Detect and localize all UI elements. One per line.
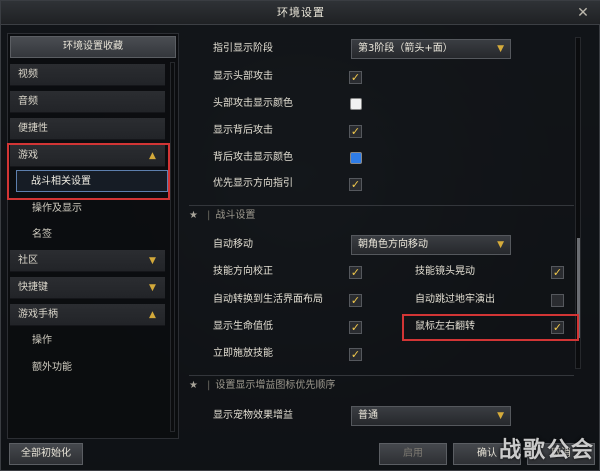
skill-camera-shake-label: 技能镜头晃动 — [415, 266, 475, 277]
sidebar-item-label: 游戏 — [18, 150, 38, 161]
skill-dir-correct-label: 技能方向校正 — [213, 266, 273, 277]
mouse-lr-flip-checkbox[interactable]: ✓ — [551, 321, 564, 334]
instant-cast-label: 立即施放技能 — [213, 348, 273, 359]
star-icon[interactable]: ★ — [189, 210, 198, 221]
close-icon[interactable]: ✕ — [575, 5, 591, 21]
sidebar-item-label: 额外功能 — [32, 362, 72, 373]
guide-stage-dropdown[interactable]: 第3阶段（箭头+面） ▼ — [351, 39, 511, 59]
auto-switch-layout-label: 自动转换到生活界面布局 — [213, 294, 323, 305]
settings-scrollbar[interactable] — [575, 37, 581, 369]
auto-skip-dungeon-label: 自动跳过地牢演出 — [415, 294, 495, 305]
chevron-down-icon: ▼ — [497, 411, 504, 421]
sidebar-item-community[interactable]: 社区 ▼ — [10, 250, 165, 272]
sidebar-item-label: 音频 — [18, 96, 38, 107]
section-title: 设置显示增益图标优先顺序 — [215, 380, 336, 391]
pet-effect-dropdown[interactable]: 普通 ▼ — [351, 406, 511, 426]
sidebar-item-label: 操作 — [32, 335, 52, 346]
apply-button[interactable]: 启用 — [379, 443, 447, 465]
chevron-down-icon: ▼ — [149, 283, 156, 293]
favorites-button[interactable]: 环境设置收藏 — [10, 36, 176, 58]
sidebar-item-hotkeys[interactable]: 快捷键 ▼ — [10, 277, 165, 299]
sidebar-scrollbar[interactable] — [170, 62, 175, 432]
sidebar-item-audio[interactable]: 音频 — [10, 91, 165, 113]
settings-panel: 指引显示阶段 第3阶段（箭头+面） ▼ 显示头部攻击 ✓ 头部攻击显示颜色 显示背… — [189, 33, 581, 439]
sidebar-item-combat-settings[interactable]: 战斗相关设置 — [16, 170, 168, 192]
sidebar-item-gamepad[interactable]: 游戏手柄 ▲ — [10, 304, 165, 326]
instant-cast-checkbox[interactable]: ✓ — [349, 348, 362, 361]
sidebar-item-convenience[interactable]: 便捷性 — [10, 118, 165, 140]
back-attack-color-swatch[interactable] — [350, 152, 362, 164]
chevron-down-icon: ▼ — [497, 240, 504, 250]
sidebar-item-label: 游戏手柄 — [18, 309, 58, 320]
sidebar-item-controls[interactable]: 操作 — [10, 330, 165, 352]
chevron-down-icon: ▼ — [497, 44, 504, 54]
auto-move-label: 自动移动 — [213, 239, 253, 250]
head-attack-color-swatch[interactable] — [350, 98, 362, 110]
show-low-hp-checkbox[interactable]: ✓ — [349, 321, 362, 334]
star-icon[interactable]: ★ — [189, 380, 198, 391]
sidebar-item-label: 快捷键 — [18, 282, 48, 293]
sidebar-item-label: 名签 — [32, 229, 52, 240]
show-back-attack-label: 显示背后攻击 — [213, 125, 273, 136]
dropdown-value: 第3阶段（箭头+面） — [358, 43, 453, 54]
show-back-attack-checkbox[interactable]: ✓ — [349, 125, 362, 138]
sidebar-item-label: 操作及显示 — [32, 203, 82, 214]
sidebar-item-extra[interactable]: 额外功能 — [10, 357, 165, 379]
priority-direction-label: 优先显示方向指引 — [213, 178, 293, 189]
chevron-up-icon: ▲ — [149, 310, 156, 320]
window-title: 环境设置 — [277, 6, 325, 19]
watermark-logo: 战歌公会 — [498, 438, 595, 463]
dropdown-value: 普通 — [358, 410, 378, 421]
show-low-hp-label: 显示生命值低 — [213, 321, 273, 332]
reset-all-button[interactable]: 全部初始化 — [9, 443, 83, 465]
scrollbar-thumb[interactable] — [577, 238, 580, 338]
auto-switch-layout-checkbox[interactable]: ✓ — [349, 294, 362, 307]
pet-effect-label: 显示宠物效果增益 — [213, 410, 293, 421]
show-head-attack-label: 显示头部攻击 — [213, 71, 273, 82]
sidebar-item-label: 社区 — [18, 255, 38, 266]
chevron-down-icon: ▼ — [149, 256, 156, 266]
priority-direction-checkbox[interactable]: ✓ — [349, 178, 362, 191]
sidebar-item-label: 视频 — [18, 69, 38, 80]
sidebar: 环境设置收藏 视频 音频 便捷性 游戏 ▲ 战斗相关设置 操作及显示 名签 社区 ▼… — [7, 33, 179, 439]
section-buff-header: ★ | 设置显示增益图标优先顺序 — [189, 375, 574, 395]
dropdown-value: 朝角色方向移动 — [358, 239, 428, 250]
sidebar-item-label: 便捷性 — [18, 123, 48, 134]
title-bar: 环境设置 ✕ — [1, 1, 600, 25]
back-attack-color-label: 背后攻击显示颜色 — [213, 152, 293, 163]
skill-camera-shake-checkbox[interactable]: ✓ — [551, 266, 564, 279]
mouse-lr-flip-label: 鼠标左右翻转 — [415, 321, 475, 332]
guide-stage-label: 指引显示阶段 — [213, 43, 273, 54]
sidebar-item-nameplate[interactable]: 名签 — [10, 224, 165, 246]
auto-skip-dungeon-checkbox[interactable] — [551, 294, 564, 307]
sidebar-item-control-display[interactable]: 操作及显示 — [10, 198, 165, 220]
sidebar-item-video[interactable]: 视频 — [10, 64, 165, 86]
sidebar-item-game[interactable]: 游戏 ▲ — [10, 145, 165, 167]
auto-move-dropdown[interactable]: 朝角色方向移动 ▼ — [351, 235, 511, 255]
show-head-attack-checkbox[interactable]: ✓ — [349, 71, 362, 84]
skill-dir-correct-checkbox[interactable]: ✓ — [349, 266, 362, 279]
head-attack-color-label: 头部攻击显示颜色 — [213, 98, 293, 109]
section-title: 战斗设置 — [215, 210, 256, 221]
sidebar-item-label: 战斗相关设置 — [31, 176, 91, 187]
settings-window: 环境设置 ✕ 环境设置收藏 视频 音频 便捷性 游戏 ▲ 战斗相关设置 操作及显示… — [0, 0, 600, 471]
section-combat-header: ★ | 战斗设置 — [189, 205, 574, 225]
chevron-up-icon: ▲ — [149, 151, 156, 161]
